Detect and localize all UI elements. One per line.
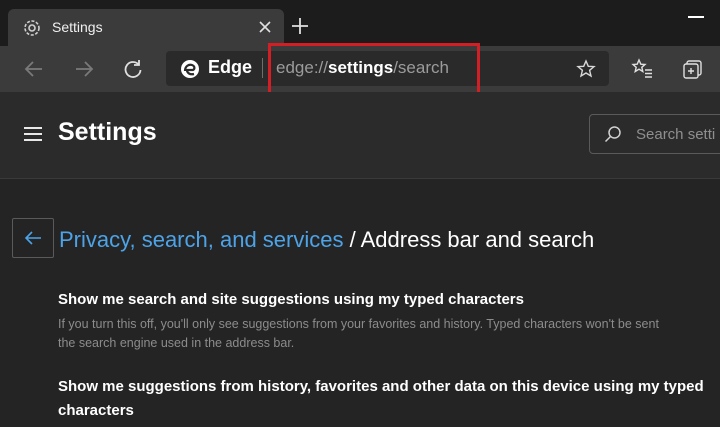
search-icon — [604, 125, 622, 143]
breadcrumb-link-privacy[interactable]: Privacy, search, and services — [59, 227, 343, 252]
setting-description: If you turn this off, you'll only see su… — [58, 317, 659, 331]
settings-search-input[interactable]: Search setti — [589, 114, 720, 154]
settings-gear-icon — [22, 18, 42, 38]
setting-title-device-suggestions: Show me suggestions from history, favori… — [58, 378, 704, 395]
breadcrumb-current: Address bar and search — [360, 227, 595, 252]
star-icon[interactable] — [576, 59, 596, 79]
plus-icon[interactable] — [288, 14, 312, 38]
close-icon[interactable] — [256, 18, 274, 36]
setting-title-device-suggestions: characters — [58, 402, 134, 419]
setting-title-typed-suggestions: Show me search and site suggestions usin… — [58, 291, 524, 308]
favorites-icon[interactable] — [631, 58, 653, 80]
setting-description: the search engine used in the address ba… — [58, 336, 295, 350]
back-arrow-icon — [24, 231, 41, 245]
refresh-icon[interactable] — [121, 57, 145, 81]
tab-strip: Settings — [0, 0, 720, 46]
edge-logo-icon — [180, 59, 200, 79]
back-arrow-icon[interactable] — [22, 57, 46, 81]
hamburger-icon[interactable] — [24, 126, 42, 142]
address-highlight-box — [268, 43, 480, 97]
collections-icon[interactable] — [682, 58, 704, 80]
breadcrumb: Privacy, search, and services / Address … — [59, 227, 594, 253]
tab-settings[interactable]: Settings — [8, 9, 284, 46]
minimize-button[interactable] — [688, 16, 704, 18]
breadcrumb-separator: / — [343, 227, 361, 252]
omnibox-divider — [262, 58, 263, 78]
site-label: Edge — [208, 57, 253, 77]
page-title: Settings — [58, 118, 157, 146]
forward-arrow-icon[interactable] — [72, 57, 96, 81]
settings-header: Settings Search setti — [0, 92, 720, 179]
tab-title: Settings — [52, 19, 103, 35]
back-button[interactable] — [12, 218, 54, 258]
search-placeholder: Search setti — [636, 126, 716, 143]
